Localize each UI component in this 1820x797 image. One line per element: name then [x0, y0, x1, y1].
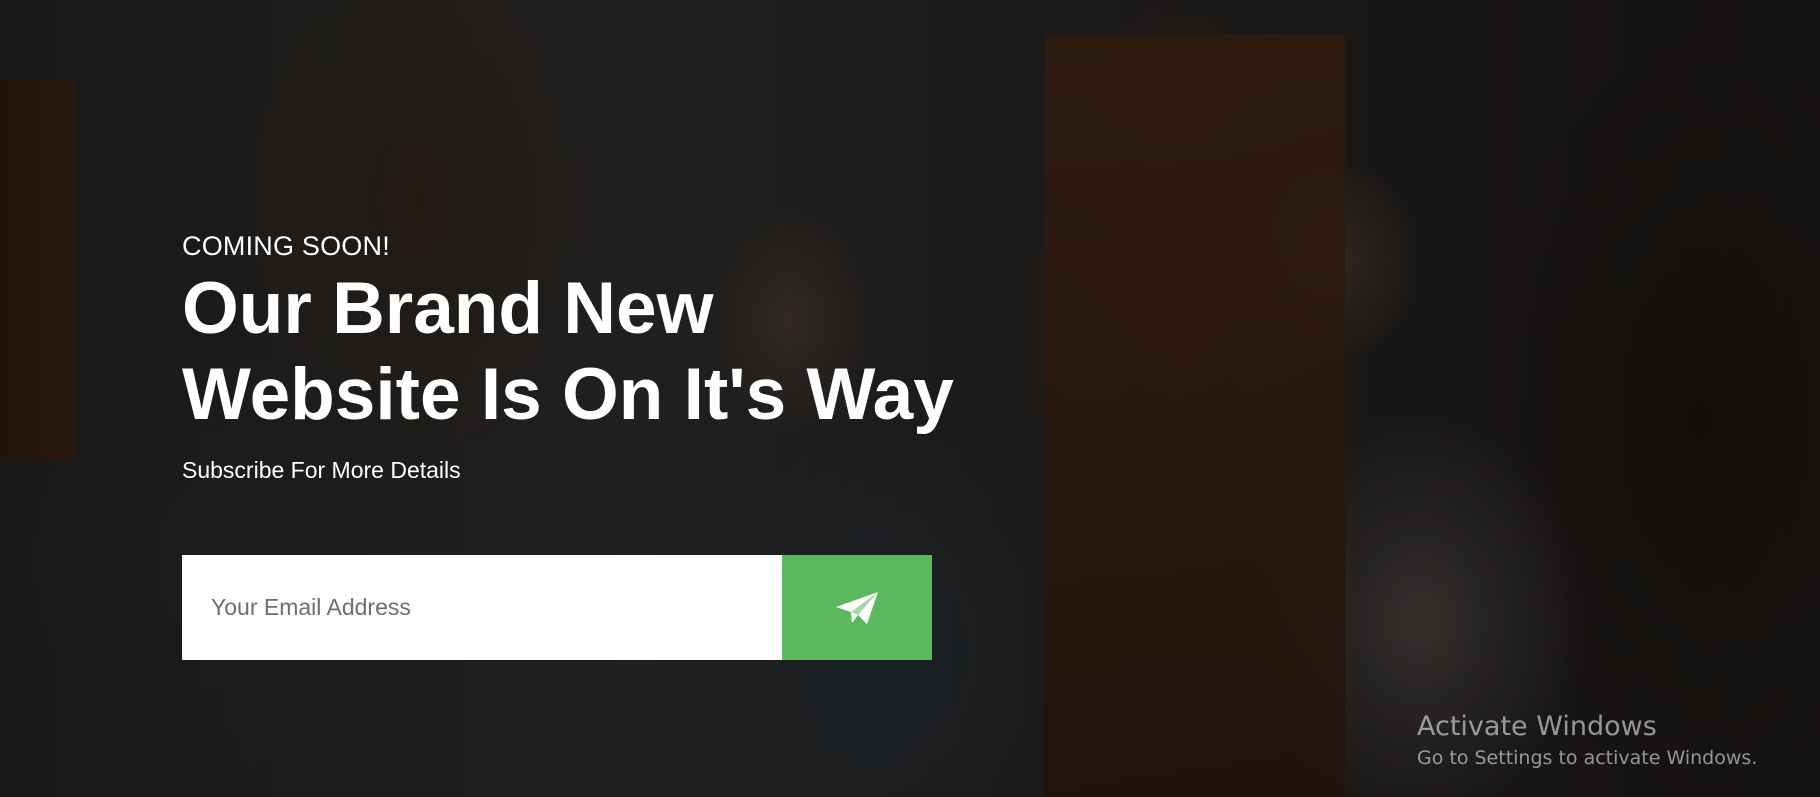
activate-windows-watermark: Activate Windows Go to Settings to activ…	[1417, 710, 1757, 772]
subscribe-tagline: Subscribe For More Details	[182, 457, 461, 483]
page-title-line-1: Our Brand New	[182, 268, 714, 349]
subscribe-submit-button[interactable]	[782, 555, 932, 660]
paper-plane-icon	[836, 591, 878, 624]
watermark-subtitle: Go to Settings to activate Windows.	[1417, 747, 1758, 769]
page-title-line-2: Website Is On It's Way	[182, 354, 954, 435]
coming-soon-label: COMING SOON!	[182, 231, 390, 261]
hero-section: COMING SOON! Our Brand New Website Is On…	[0, 0, 1820, 797]
page-title: Our Brand New Website Is On It's Way	[182, 266, 1082, 438]
hero-content: COMING SOON! Our Brand New Website Is On…	[182, 228, 1082, 485]
email-input[interactable]	[182, 555, 782, 660]
subscribe-form	[182, 555, 932, 660]
watermark-title: Activate Windows	[1417, 711, 1657, 742]
